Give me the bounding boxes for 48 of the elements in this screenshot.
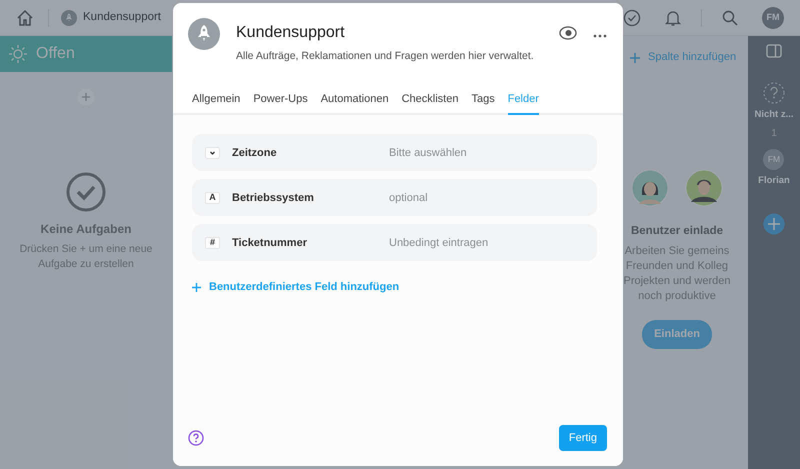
input-field[interactable]: Bitte auswählen [389, 144, 569, 161]
check-circle-icon [66, 172, 106, 212]
empty-state-text: Drücken Sie + um eine neue Aufgabe zu erstellen [18, 242, 154, 272]
user-avatar[interactable]: FM [762, 6, 784, 28]
tab[interactable]: Allgemein [192, 90, 240, 116]
tab[interactable]: Tags [471, 90, 495, 116]
plus-icon [192, 283, 201, 292]
dialog-description: Alle Aufträge, Reklamationen und Fragen werden hier verwaltet. [236, 49, 535, 64]
dialog-title: Kundensupport [236, 23, 346, 43]
field-name: Betriebssystem [232, 190, 315, 206]
project-avatar-icon [188, 18, 220, 50]
field-type-icon: # [205, 236, 220, 249]
person-avatar-icon [685, 169, 723, 207]
help-icon[interactable] [188, 430, 204, 446]
add-column-link[interactable]: Spalte hinzufügen [630, 52, 747, 63]
invite-button[interactable]: Einladen [642, 320, 712, 349]
search-icon[interactable] [722, 10, 738, 26]
sun-icon [8, 44, 28, 64]
column-title: Offen [36, 44, 75, 64]
unassigned-icon[interactable] [763, 82, 785, 104]
done-button[interactable]: Fertig [558, 424, 607, 451]
tab[interactable]: Checklisten [402, 90, 458, 116]
check-circle-icon[interactable] [623, 8, 641, 26]
invite-text: Arbeiten Sie gemeins Freunden und Kolleg Projekten und werden noch produktive [623, 244, 730, 304]
project-title[interactable]: Kundensupport [83, 8, 162, 26]
add-task-icon[interactable] [77, 88, 95, 106]
panel-toggle-icon[interactable] [766, 44, 782, 58]
person-avatar-icon [631, 169, 669, 207]
eye-icon[interactable] [559, 26, 577, 40]
member-name: Nicht z... [754, 108, 794, 122]
field-name: Zeitzone [232, 146, 278, 160]
field-type-icon: A [205, 192, 220, 204]
input-field[interactable]: Unbedingt eintragen [389, 234, 569, 251]
tab[interactable]: Power-Ups [253, 90, 308, 116]
member-name: Florian [758, 174, 790, 188]
project-avatar-icon [61, 10, 77, 26]
input-field[interactable]: optional [389, 190, 569, 206]
home-icon[interactable] [16, 8, 34, 26]
bell-icon[interactable] [665, 8, 681, 26]
empty-state-title: Keine Aufgaben [40, 221, 132, 238]
field-name: Ticketnummer [232, 236, 308, 250]
more-icon[interactable] [593, 34, 607, 38]
invite-title: Benutzer einlade [630, 224, 724, 239]
add-field-link[interactable]: Benutzerdefiniertes Feld hinzufügen [192, 282, 400, 294]
add-member-icon[interactable] [763, 212, 785, 234]
chevron-icon[interactable] [205, 146, 220, 159]
tab[interactable]: Automationen [320, 90, 389, 116]
plus-icon [630, 52, 640, 62]
